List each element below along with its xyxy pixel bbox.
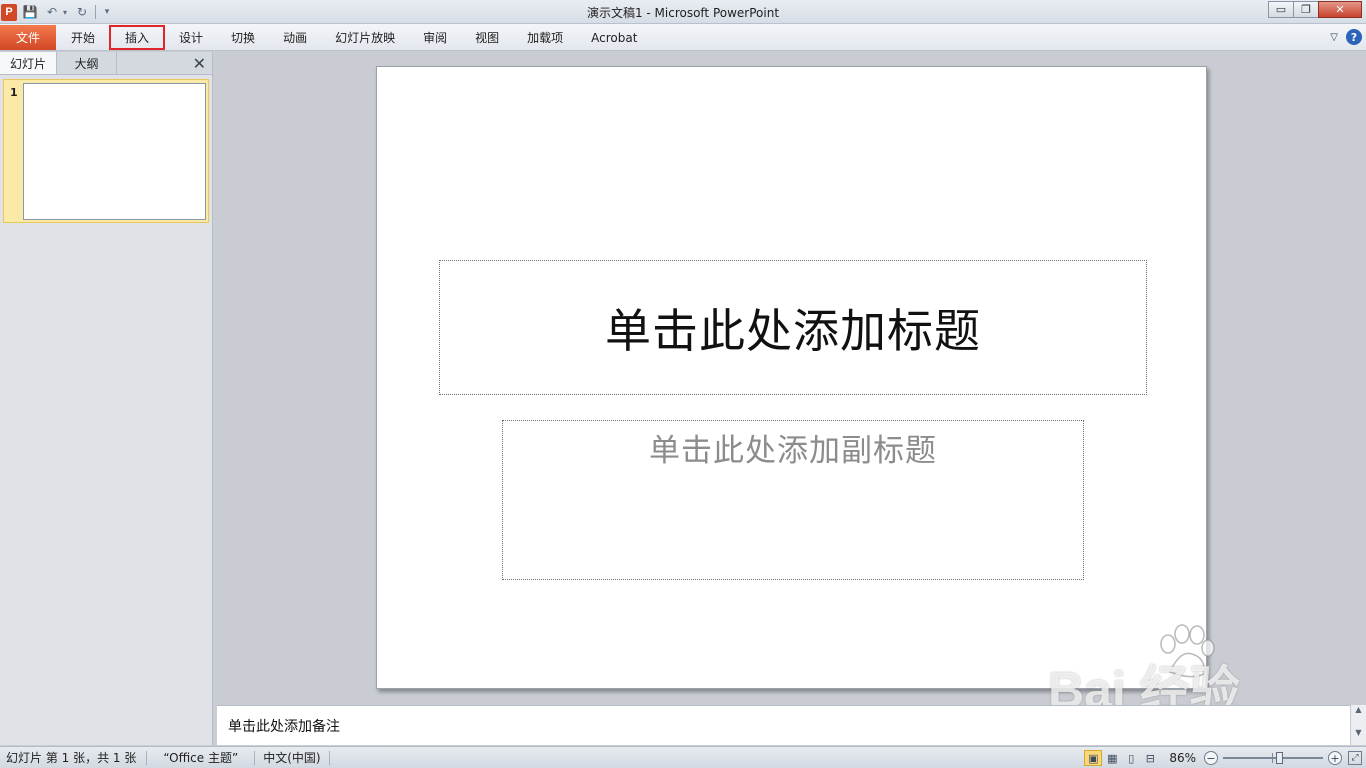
title-placeholder[interactable]: 单击此处添加标题 [439,260,1147,395]
slides-pane: 幻灯片 大纲 ✕ 1 [0,52,213,745]
zoom-slider-thumb[interactable] [1276,752,1283,764]
tab-transitions[interactable]: 切换 [217,25,269,50]
slideshow-view-icon[interactable]: ⊟ [1141,750,1159,766]
restore-button[interactable]: ❐ [1293,1,1319,18]
notes-pane[interactable]: 单击此处添加备注 [217,705,1350,745]
title-placeholder-text: 单击此处添加标题 [605,303,981,358]
tab-review[interactable]: 审阅 [409,25,461,50]
zoom-slider-midpoint [1272,753,1273,763]
status-bar-right: ▣ ▦ ▯ ⊟ 86% − + ⤢ [1083,749,1362,767]
zoom-slider-track [1223,757,1323,759]
language-status[interactable]: 中文(中国) [255,750,330,765]
tab-home[interactable]: 开始 [57,25,109,50]
normal-view-icon[interactable]: ▣ [1084,750,1103,766]
notes-placeholder: 单击此处添加备注 [228,719,340,735]
title-bar: P 💾 ↶ ▾ ↻ ▾ 演示文稿1 - Microsoft PowerPoint… [0,0,1366,24]
ribbon-tabs: 文件 开始 插入 设计 切换 动画 幻灯片放映 审阅 视图 加载项 Acroba… [0,25,651,50]
subtitle-placeholder-text: 单击此处添加副标题 [649,433,937,469]
help-icon[interactable]: ? [1346,29,1362,45]
close-pane-icon[interactable]: ✕ [193,54,206,73]
zoom-slider[interactable] [1223,751,1323,765]
tab-file[interactable]: 文件 [0,25,56,50]
status-bar: 幻灯片 第 1 张，共 1 张 “Office 主题” 中文(中国) ▣ ▦ ▯… [0,746,1366,768]
tab-slides[interactable]: 幻灯片 [0,52,58,74]
ribbon-right-controls: ▽ ? [1330,29,1362,45]
close-button[interactable]: ✕ [1318,1,1362,18]
slide-thumbnail-item[interactable]: 1 [3,79,209,223]
zoom-level[interactable]: 86% [1169,751,1196,765]
slide-canvas[interactable]: 单击此处添加标题 单击此处添加副标题 [376,66,1207,689]
tab-acrobat[interactable]: Acrobat [577,25,651,50]
tab-animations[interactable]: 动画 [269,25,321,50]
scroll-up-icon[interactable]: ▲ [1351,705,1366,714]
zoom-out-button[interactable]: − [1204,751,1218,765]
tab-slideshow[interactable]: 幻灯片放映 [321,25,409,50]
slide-editor: 单击此处添加标题 单击此处添加副标题 [217,52,1366,704]
slide-number: 1 [10,86,18,99]
window-controls: ▭ ❐ ✕ [1268,1,1362,18]
ribbon: 文件 开始 插入 设计 切换 动画 幻灯片放映 审阅 视图 加载项 Acroba… [0,24,1366,51]
subtitle-placeholder[interactable]: 单击此处添加副标题 [502,420,1084,580]
slide-thumbnail[interactable] [23,83,206,220]
minimize-button[interactable]: ▭ [1268,1,1294,18]
notes-scrollbar[interactable]: ▲ ▼ [1350,705,1366,745]
tab-outline[interactable]: 大纲 [57,52,118,74]
slide-count-status: 幻灯片 第 1 张，共 1 张 [0,750,148,765]
zoom-in-button[interactable]: + [1328,751,1342,765]
tab-addins[interactable]: 加载项 [513,25,577,50]
tab-design[interactable]: 设计 [165,25,217,50]
pane-tabs: 幻灯片 大纲 ✕ [0,52,212,75]
minimize-ribbon-icon[interactable]: ▽ [1330,32,1338,43]
tab-view[interactable]: 视图 [461,25,513,50]
reading-view-icon[interactable]: ▯ [1122,750,1140,766]
slide-sorter-icon[interactable]: ▦ [1103,750,1121,766]
theme-status[interactable]: “Office 主题” [147,750,256,765]
tab-insert[interactable]: 插入 [109,25,166,50]
fit-slide-icon[interactable]: ⤢ [1348,751,1362,765]
scroll-down-icon[interactable]: ▼ [1351,728,1366,737]
window-title: 演示文稿1 - Microsoft PowerPoint [586,6,780,20]
